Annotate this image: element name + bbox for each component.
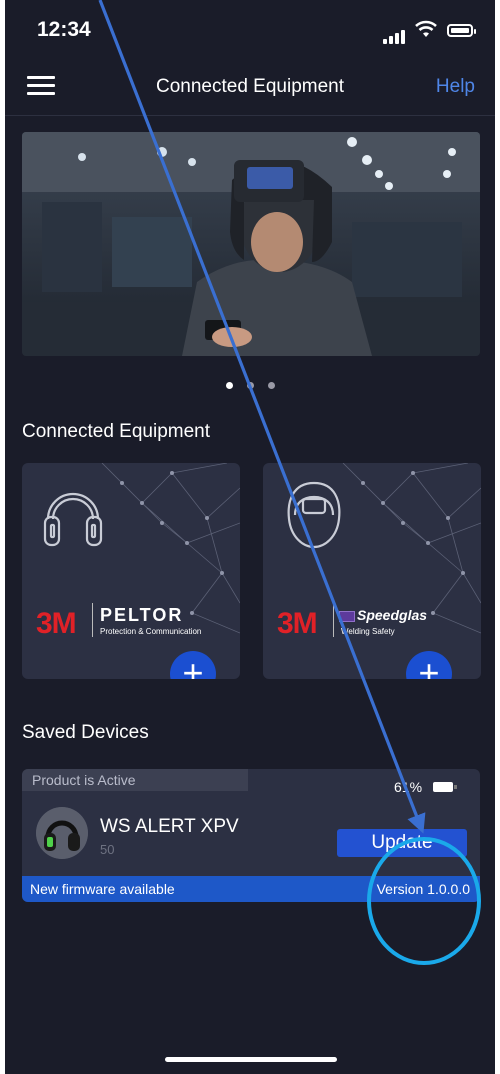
home-indicator	[165, 1057, 337, 1062]
brand-3m-logo: 3M	[277, 607, 318, 640]
update-button[interactable]: Update	[337, 829, 467, 857]
brand-name: PELTOR	[100, 605, 184, 625]
hero-banner-image[interactable]	[22, 132, 480, 356]
headset-icon	[43, 492, 103, 547]
brand-subtitle: Protection & Communication	[100, 627, 202, 636]
speedglas-equipment-card[interactable]: 3M Speedglas Welding Safety +	[263, 463, 481, 679]
carousel-dot[interactable]	[246, 382, 254, 389]
nav-bar: Connected Equipment Help	[5, 60, 495, 116]
welding-helmet-icon	[287, 481, 341, 549]
brand-name-row: Speedglas	[339, 607, 427, 623]
saved-devices-heading: Saved Devices	[22, 722, 149, 743]
brand-name: Speedglas	[357, 607, 428, 623]
peltor-equipment-card[interactable]: 3M PELTOR Protection & Communication +	[22, 463, 240, 679]
device-battery-icon	[433, 782, 457, 792]
brand-subtitle: Welding Safety	[341, 627, 395, 636]
brand-3m-logo: 3M	[36, 607, 77, 640]
firmware-message: New firmware available	[30, 881, 175, 897]
battery-icon	[447, 24, 476, 37]
device-avatar	[36, 807, 88, 859]
wifi-icon	[415, 20, 437, 37]
app-screen: 12:34 Connected Equipment Help Connected…	[5, 0, 495, 1074]
carousel-indicator[interactable]	[5, 376, 495, 394]
peltor-brand-logo: 3M PELTOR Protection & Communication	[36, 599, 236, 640]
saved-device-card[interactable]: Product is Active 61% WS ALERT XPV 50 Up…	[22, 769, 480, 902]
page-title: Connected Equipment	[155, 76, 344, 97]
connected-equipment-heading: Connected Equipment	[22, 421, 211, 442]
help-link[interactable]: Help	[436, 76, 475, 98]
device-battery-percent: 61%	[394, 779, 423, 795]
status-bar: 12:34	[5, 0, 495, 60]
carousel-dot[interactable]	[267, 382, 275, 389]
signal-icon	[383, 26, 407, 44]
speedglas-mark-icon	[339, 610, 355, 622]
status-time: 12:34	[37, 18, 91, 41]
device-number: 50	[100, 842, 115, 857]
firmware-version: Version 1.0.0.0	[376, 881, 470, 897]
product-status-badge: Product is Active	[22, 769, 248, 791]
carousel-dot[interactable]	[225, 382, 233, 389]
speedglas-brand-logo: 3M Speedglas Welding Safety	[277, 599, 477, 640]
device-name: WS ALERT XPV	[100, 816, 239, 837]
firmware-banner: New firmware available Version 1.0.0.0	[22, 876, 480, 902]
